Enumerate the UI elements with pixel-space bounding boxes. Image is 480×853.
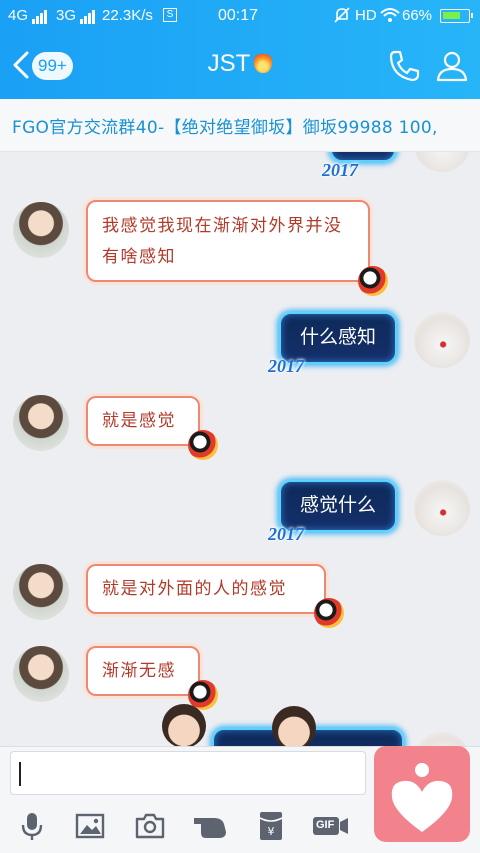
- chat-header: 99+ JST: [0, 32, 480, 99]
- bubble-year-tag-top: 2017: [322, 160, 358, 180]
- message-text: 渐渐无感: [102, 661, 176, 681]
- phone-icon: [389, 50, 420, 82]
- bubble-sticker-icon: [358, 266, 388, 296]
- message-text: 就是感觉: [102, 411, 176, 431]
- bubble-year-tag: 2017: [268, 524, 304, 544]
- battery-icon: [440, 9, 473, 23]
- network-1: 4G: [8, 7, 48, 24]
- wifi-icon: [380, 7, 400, 27]
- signal-icon-2: [80, 7, 96, 24]
- message-bubble-in[interactable]: 我感觉我现在渐渐对外界并没有啥感知: [86, 200, 388, 296]
- clock: 00:17: [218, 7, 259, 24]
- photo-button[interactable]: [74, 810, 106, 842]
- bubble-year-tag: 2017: [268, 356, 304, 376]
- network-1-label: 4G: [8, 7, 29, 24]
- mute-icon: [333, 6, 351, 28]
- network-2-label: 3G: [56, 7, 77, 24]
- call-button[interactable]: [386, 48, 422, 84]
- mic-icon: [21, 813, 43, 840]
- profile-button[interactable]: [434, 48, 470, 84]
- group-notice-text: FGO官方交流群40-【绝对绝望御坂】御坂99988 100,: [12, 118, 438, 138]
- signal-icon: [32, 7, 48, 24]
- svg-text:¥: ¥: [268, 825, 275, 838]
- bubble-sticker-icon: [314, 598, 344, 628]
- camera-icon: [135, 813, 165, 839]
- avatar-other[interactable]: [13, 646, 69, 702]
- bubble-decoration-right: [272, 706, 316, 746]
- heart-icon: [391, 763, 453, 832]
- avatar-self-bottom[interactable]: [414, 732, 470, 746]
- message-input[interactable]: [10, 751, 366, 795]
- red-packet-button[interactable]: ¥: [255, 810, 287, 842]
- message-text: 感觉什么: [299, 495, 376, 516]
- avatar-self[interactable]: [414, 312, 470, 368]
- message-text: 什么感知: [299, 327, 376, 348]
- network-2: 3G: [56, 7, 96, 24]
- voice-button[interactable]: [16, 810, 48, 842]
- app-s-icon: S: [163, 8, 177, 22]
- hand-icon: [194, 818, 226, 838]
- avatar-self-top[interactable]: [414, 152, 470, 172]
- camera-button[interactable]: [134, 810, 166, 842]
- hd-label: HD: [355, 7, 377, 24]
- bubble-sticker-icon: [188, 430, 218, 460]
- red-packet-icon: ¥: [259, 812, 283, 840]
- top-bar: 4G 3G 22.3K/s S 00:17 HD 66% 99+ JST: [0, 0, 480, 99]
- gif-button[interactable]: GIF: [312, 810, 350, 842]
- image-icon: [75, 813, 105, 839]
- status-bar: 4G 3G 22.3K/s S 00:17 HD 66%: [0, 0, 480, 32]
- avatar-other[interactable]: [13, 395, 69, 451]
- avatar-self[interactable]: [414, 480, 470, 536]
- bubble-decoration-left: [162, 704, 206, 746]
- flame-icon: [254, 51, 273, 73]
- poke-button[interactable]: [192, 810, 230, 842]
- gif-label: GIF: [316, 819, 335, 831]
- avatar-other[interactable]: [13, 202, 69, 258]
- message-list[interactable]: 2017 我感觉我现在渐渐对外界并没有啥感知 什么感知 2017 就是感觉 感觉…: [0, 152, 480, 746]
- message-text: 我感觉我现在渐渐对外界并没有啥感知: [102, 216, 343, 267]
- message-bubble-in[interactable]: 就是对外面的人的感觉: [86, 564, 344, 628]
- message-text: 就是对外面的人的感觉: [102, 579, 287, 599]
- person-icon: [436, 51, 468, 82]
- chat-title-text: JST: [207, 50, 251, 77]
- avatar-other[interactable]: [13, 564, 69, 620]
- network-speed: 22.3K/s: [102, 7, 153, 24]
- text-caret: [19, 762, 21, 786]
- group-notice-banner[interactable]: FGO官方交流群40-【绝对绝望御坂】御坂99988 100,: [0, 99, 480, 152]
- message-bubble-in[interactable]: 就是感觉: [86, 396, 218, 460]
- floating-heart-button[interactable]: [374, 746, 470, 842]
- battery-percent: 66%: [402, 7, 433, 24]
- message-bubble-in[interactable]: 渐渐无感: [86, 646, 218, 710]
